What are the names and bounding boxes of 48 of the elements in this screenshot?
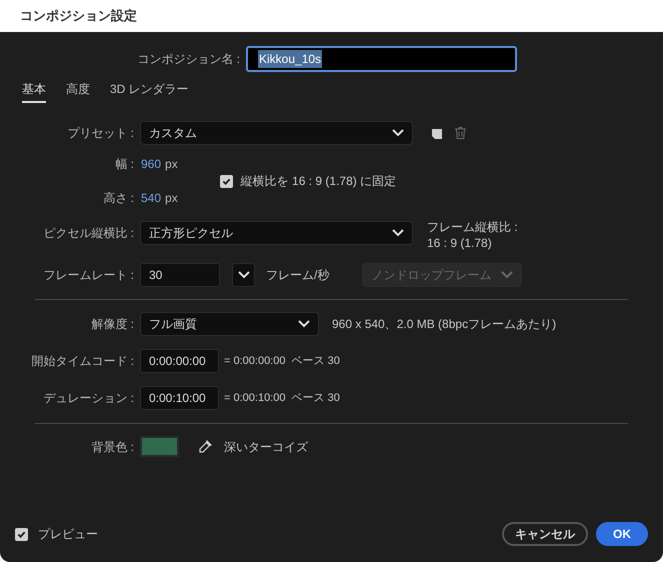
field-label: ピクセル縦横比 :: [42, 225, 135, 242]
cancel-button[interactable]: キャンセル: [502, 522, 588, 546]
field-label: 解像度 :: [90, 316, 135, 333]
checkbox-label: 縦横比を 16 : 9 (1.78) に固定: [240, 173, 396, 190]
trash-icon[interactable]: [455, 127, 466, 139]
ok-button[interactable]: OK: [596, 522, 648, 546]
timecode-info: = 0:00:10:00 ベース 30: [224, 390, 340, 406]
chevron-down-icon: [392, 229, 404, 237]
frame-rate-dropdown[interactable]: [232, 263, 255, 287]
checkbox-label: プレビュー: [38, 526, 98, 543]
chevron-down-icon: [238, 271, 250, 279]
pixel-aspect-dropdown[interactable]: 正方形ピクセル: [140, 221, 413, 245]
preset-dropdown[interactable]: カスタム: [140, 121, 413, 145]
frame-rate-field[interactable]: 30: [140, 263, 220, 287]
field-label: 幅 :: [114, 156, 135, 173]
field-label: 背景色 :: [90, 438, 135, 456]
field-label: 高さ :: [102, 190, 135, 207]
resolution-info: 960 x 540、2.0 MB (8bpcフレームあたり): [332, 316, 556, 333]
width-value[interactable]: 960: [141, 155, 162, 173]
field-label: コンポジション名 :: [136, 51, 241, 68]
duration-field[interactable]: 0:00:10:00: [140, 386, 219, 410]
color-name: 深いターコイズ: [224, 438, 308, 456]
frame-aspect-value: 16 : 9 (1.78): [427, 235, 493, 251]
field-label: デュレーション :: [42, 390, 135, 407]
chevron-down-icon: [501, 271, 514, 279]
tab[interactable]: 高度: [66, 80, 90, 103]
tab[interactable]: 3D レンダラー: [110, 80, 189, 103]
color-swatch[interactable]: [140, 436, 179, 457]
field-label: プリセット :: [66, 125, 135, 142]
resolution-dropdown[interactable]: フル画質: [140, 312, 319, 336]
unit-label: px: [165, 190, 178, 207]
start-timecode-field[interactable]: 0:00:00:00: [140, 349, 219, 373]
chevron-down-icon: [392, 129, 404, 137]
checkbox[interactable]: [15, 528, 28, 540]
tab[interactable]: 基本: [22, 80, 46, 103]
field-label: フレームレート :: [42, 267, 135, 284]
height-value[interactable]: 540: [141, 189, 162, 207]
checkbox[interactable]: [220, 174, 233, 188]
timecode-info: = 0:00:00:00 ベース 30: [224, 354, 340, 369]
eyedropper-icon[interactable]: [198, 440, 212, 454]
unit-label: フレーム/秒: [266, 267, 330, 284]
chevron-down-icon: [298, 320, 310, 328]
field-label: 開始タイムコード :: [30, 353, 135, 370]
new-preset-icon[interactable]: [432, 127, 444, 139]
field-label: フレーム縦横比 :: [427, 219, 518, 235]
window-title: コンポジション設定: [20, 7, 137, 26]
unit-label: px: [165, 156, 178, 173]
name-field[interactable]: Kikkou_10s: [246, 46, 517, 72]
